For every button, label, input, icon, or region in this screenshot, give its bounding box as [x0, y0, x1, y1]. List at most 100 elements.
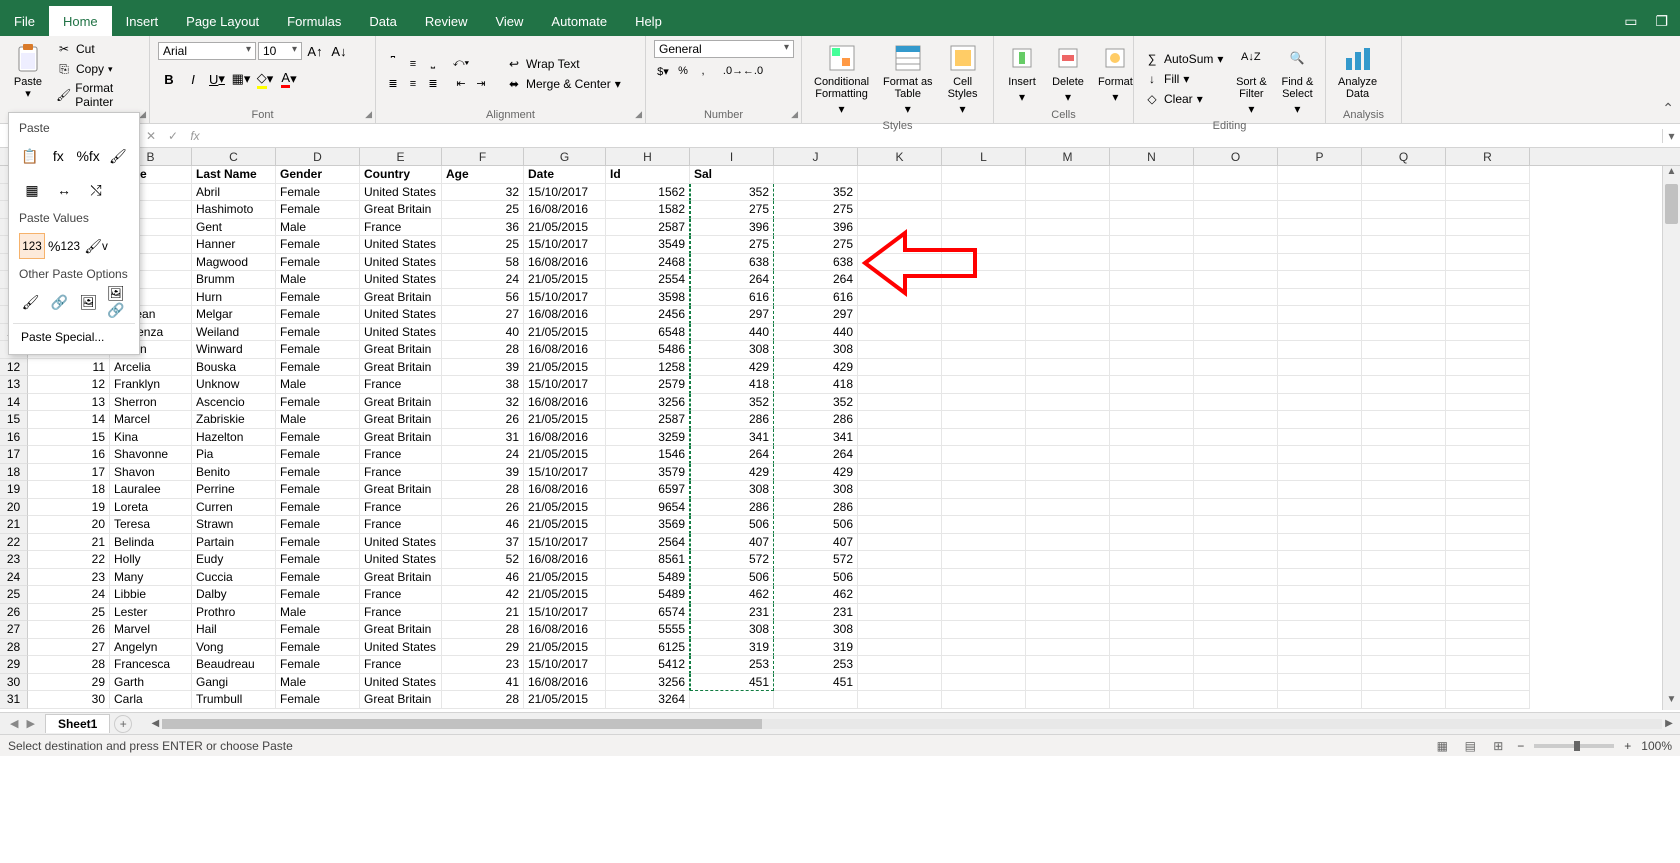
cell[interactable]	[1194, 306, 1278, 324]
cell[interactable]: 8561	[606, 551, 690, 569]
cell[interactable]	[1194, 201, 1278, 219]
row-header[interactable]: 12	[0, 359, 28, 377]
cell[interactable]: Female	[276, 621, 360, 639]
cell[interactable]: 21/05/2015	[524, 499, 606, 517]
cell[interactable]	[1110, 359, 1194, 377]
cell[interactable]: 396	[774, 219, 858, 237]
cell[interactable]: Female	[276, 586, 360, 604]
cell[interactable]: 15/10/2017	[524, 656, 606, 674]
align-center-icon[interactable]: ≡	[404, 75, 422, 93]
comma-style-icon[interactable]: ,	[694, 62, 712, 80]
cell[interactable]: 16/08/2016	[524, 341, 606, 359]
column-header[interactable]: C	[192, 148, 276, 165]
cell[interactable]	[1278, 446, 1362, 464]
column-header[interactable]: H	[606, 148, 690, 165]
cell[interactable]: United States	[360, 184, 442, 202]
cell[interactable]	[942, 481, 1026, 499]
cell[interactable]: United States	[360, 254, 442, 272]
cell[interactable]: 616	[774, 289, 858, 307]
cell[interactable]: 506	[774, 569, 858, 587]
cell[interactable]: Female	[276, 306, 360, 324]
cell[interactable]: Female	[276, 569, 360, 587]
cell[interactable]	[858, 376, 942, 394]
row-header[interactable]: 30	[0, 674, 28, 692]
cell[interactable]: 286	[690, 499, 774, 517]
cell[interactable]	[1110, 446, 1194, 464]
cell[interactable]: Perrine	[192, 481, 276, 499]
cell[interactable]: 15/10/2017	[524, 534, 606, 552]
cell[interactable]	[1362, 236, 1446, 254]
cell[interactable]	[942, 254, 1026, 272]
number-format-select[interactable]: General	[654, 40, 794, 58]
cell[interactable]: Male	[276, 271, 360, 289]
format-as-table-button[interactable]: Format as Table▾	[879, 40, 937, 118]
cell[interactable]	[1194, 271, 1278, 289]
column-header[interactable]: I	[690, 148, 774, 165]
orientation-icon[interactable]: ⤺▾	[452, 55, 470, 73]
row-header[interactable]: 16	[0, 429, 28, 447]
column-header[interactable]: N	[1110, 148, 1194, 165]
cell[interactable]: 23	[28, 569, 110, 587]
cell[interactable]	[1362, 324, 1446, 342]
cell[interactable]: Brumm	[192, 271, 276, 289]
cell[interactable]: Date	[524, 166, 606, 184]
cell[interactable]: 2468	[606, 254, 690, 272]
cell[interactable]	[1194, 639, 1278, 657]
cell[interactable]: Hurn	[192, 289, 276, 307]
cell[interactable]	[858, 219, 942, 237]
paste-formulas-number-icon[interactable]: %fx	[75, 143, 100, 169]
cell[interactable]	[1110, 271, 1194, 289]
cell[interactable]: Franklyn	[110, 376, 192, 394]
cell[interactable]	[942, 691, 1026, 709]
cell[interactable]: 16/08/2016	[524, 254, 606, 272]
dialog-launcher-icon[interactable]: ◢	[791, 109, 798, 120]
cell[interactable]: 3256	[606, 674, 690, 692]
cell[interactable]	[1110, 429, 1194, 447]
cell[interactable]	[1446, 411, 1530, 429]
row-header[interactable]: 24	[0, 569, 28, 587]
cell[interactable]	[1110, 376, 1194, 394]
cell[interactable]	[1362, 604, 1446, 622]
cell[interactable]	[1278, 534, 1362, 552]
cell[interactable]	[1446, 446, 1530, 464]
cell[interactable]	[1278, 586, 1362, 604]
cell[interactable]	[942, 621, 1026, 639]
cell[interactable]	[942, 429, 1026, 447]
cell[interactable]	[1446, 184, 1530, 202]
cell[interactable]	[1110, 306, 1194, 324]
cell[interactable]	[858, 569, 942, 587]
cell[interactable]	[1446, 674, 1530, 692]
cell[interactable]: 2456	[606, 306, 690, 324]
vertical-scrollbar[interactable]: ▲ ▼	[1662, 166, 1680, 710]
cell[interactable]: Gent	[192, 219, 276, 237]
cell[interactable]: Marcel	[110, 411, 192, 429]
cell[interactable]: 572	[690, 551, 774, 569]
paste-link-icon[interactable]: 🔗	[48, 289, 71, 315]
cell[interactable]: 15/10/2017	[524, 464, 606, 482]
find-select-button[interactable]: 🔍Find & Select▾	[1277, 40, 1317, 118]
cell[interactable]: 52	[442, 551, 524, 569]
cell[interactable]: 3598	[606, 289, 690, 307]
cell[interactable]	[858, 271, 942, 289]
cell[interactable]	[1194, 464, 1278, 482]
cell[interactable]: 1258	[606, 359, 690, 377]
cell[interactable]: 15/10/2017	[524, 289, 606, 307]
scroll-up-icon[interactable]: ▲	[1663, 166, 1680, 182]
paste-linked-picture-icon[interactable]: 🖼🔗	[106, 289, 129, 315]
increase-font-icon[interactable]: A↑	[304, 40, 326, 62]
cell[interactable]: Great Britain	[360, 569, 442, 587]
cell[interactable]	[1194, 394, 1278, 412]
cell[interactable]	[942, 306, 1026, 324]
paste-values-source-icon[interactable]: 🖌v	[83, 233, 109, 259]
cell[interactable]	[1446, 551, 1530, 569]
cell[interactable]	[942, 271, 1026, 289]
cell[interactable]	[1362, 499, 1446, 517]
menu-tab-file[interactable]: File	[0, 6, 49, 36]
paste-keep-widths-icon[interactable]: ↔	[51, 177, 77, 203]
cell[interactable]	[942, 656, 1026, 674]
cell[interactable]: 5489	[606, 586, 690, 604]
cell[interactable]	[942, 516, 1026, 534]
cell[interactable]	[1110, 569, 1194, 587]
cell[interactable]	[1278, 184, 1362, 202]
cell[interactable]: Female	[276, 429, 360, 447]
